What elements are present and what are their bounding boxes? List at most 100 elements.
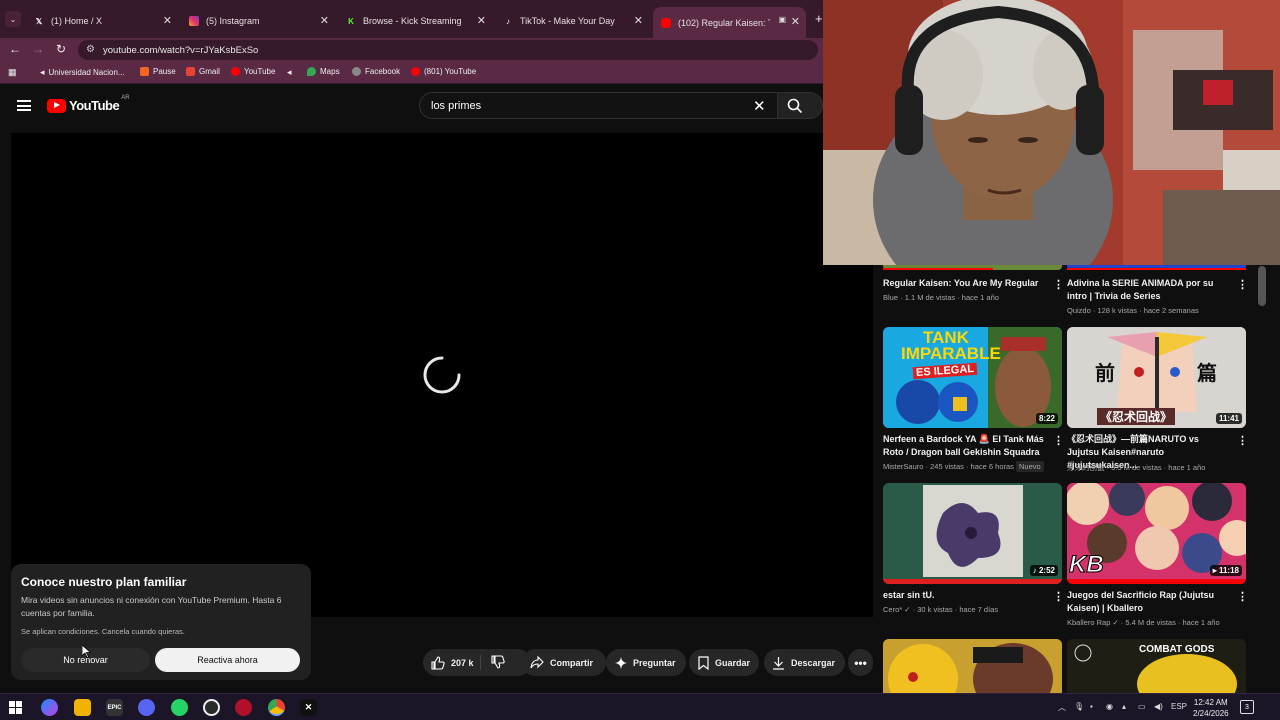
more-options-icon[interactable]: ⋮ xyxy=(1053,590,1064,603)
close-icon[interactable]: ✕ xyxy=(320,14,329,27)
video-thumbnail[interactable]: 前 篇 《忍术回战》 11:41 xyxy=(1067,327,1246,428)
more-actions-button[interactable]: ••• xyxy=(848,649,873,676)
download-button[interactable]: Descargar xyxy=(764,649,845,676)
reload-icon[interactable]: ↻ xyxy=(56,42,66,56)
epic-games-icon[interactable]: EPIC xyxy=(106,699,123,716)
file-explorer-icon[interactable] xyxy=(74,699,91,716)
url-bar[interactable]: ⚙ youtube.com/watch?v=rJYaKsbExSo xyxy=(78,40,818,60)
more-options-icon[interactable]: ⋮ xyxy=(1237,434,1248,447)
clock[interactable]: 12:42 AM 2/24/2026 xyxy=(1193,697,1229,719)
like-button[interactable]: 207 k xyxy=(431,655,474,670)
close-icon[interactable]: ✕ xyxy=(477,14,486,27)
tab-instagram[interactable]: (5) Instagram ✕ xyxy=(181,8,335,34)
video-thumbnail[interactable]: KB ▸ 11:18 xyxy=(1067,483,1246,584)
bookmark-facebook[interactable]: Facebook xyxy=(352,67,400,76)
more-options-icon[interactable]: ⋮ xyxy=(1053,278,1064,291)
bookmark-youtube-801[interactable]: (801) YouTube xyxy=(411,67,476,76)
capcut-icon[interactable]: ✕ xyxy=(300,699,317,716)
thumbnail-left-char: 前 xyxy=(1095,363,1115,385)
video-title[interactable]: Adivina la SERIE ANIMADA por su intro | … xyxy=(1067,277,1232,303)
gmail-icon xyxy=(186,67,195,76)
tab-youtube[interactable]: (102) Regular Kaisen: The P ▣ ✕ xyxy=(653,7,806,38)
popup-title: Conoce nuestro plan familiar xyxy=(21,575,187,589)
video-meta: Kballero Rap ✓ · 5.4 M de vistas · hace … xyxy=(1067,618,1220,627)
video-title[interactable]: estar sin tU. xyxy=(883,589,1048,602)
show-hidden-icons[interactable]: ︿ xyxy=(1058,702,1066,713)
mute-tab-icon[interactable]: ▣ xyxy=(778,15,786,24)
hamburger-menu-icon[interactable] xyxy=(17,100,31,111)
search-button[interactable] xyxy=(777,92,823,119)
whatsapp-icon[interactable] xyxy=(171,699,188,716)
video-title[interactable]: Juegos del Sacrificio Rap (Jujutsu Kaise… xyxy=(1067,589,1232,615)
tab-tiktok[interactable]: ♪ TikTok - Make Your Day ✕ xyxy=(495,8,649,34)
bookmark-label: Universidad Nacion... xyxy=(48,68,125,77)
obs-icon[interactable] xyxy=(203,699,220,716)
more-options-icon[interactable]: ⋮ xyxy=(1237,278,1248,291)
channel-name[interactable]: Quizdo xyxy=(1067,306,1091,315)
bookmark-pause[interactable]: Pause xyxy=(140,67,176,76)
steam-icon[interactable]: ◉ xyxy=(1106,702,1113,711)
thumbnail-image xyxy=(883,639,1062,693)
notification-center-button[interactable]: 3 xyxy=(1240,700,1254,714)
close-icon[interactable]: ✕ xyxy=(634,14,643,27)
bookmark-kick[interactable]: ◂ xyxy=(287,67,292,78)
video-title[interactable]: Nerfeen a Bardock YA 🚨 El Tank Más Roto … xyxy=(883,433,1048,459)
youtube-play-icon xyxy=(47,98,66,113)
popup-terms: Se aplican condiciones. Cancela cuando q… xyxy=(21,627,185,636)
bookmark-label: Facebook xyxy=(365,67,401,76)
opera-icon[interactable] xyxy=(235,699,252,716)
input-language[interactable]: ESP xyxy=(1171,702,1187,711)
bookmark-universidad[interactable]: ◂ Universidad Nacion... xyxy=(40,67,125,78)
channel-name[interactable]: MisterSauro xyxy=(883,462,923,471)
save-button[interactable]: Guardar xyxy=(689,649,759,676)
more-options-icon[interactable]: ⋮ xyxy=(1053,434,1064,447)
channel-name[interactable]: Kballero Rap xyxy=(1067,618,1110,627)
microphone-icon[interactable]: 🎙 xyxy=(1074,702,1084,711)
video-title[interactable]: Regular Kaisen: You Are My Regular xyxy=(883,277,1048,290)
channel-name[interactable]: Blue xyxy=(883,293,898,302)
video-thumbnail[interactable] xyxy=(883,639,1062,693)
video-thumbnail[interactable]: COMBAT GODS xyxy=(1067,639,1246,693)
video-duration: ♪ 2:52 xyxy=(1029,565,1058,576)
sidebar-scrollbar[interactable] xyxy=(1258,266,1266,306)
site-settings-icon[interactable]: ⚙ xyxy=(86,44,95,55)
dislike-button[interactable] xyxy=(491,655,511,671)
display-icon[interactable]: ▭ xyxy=(1138,702,1146,711)
video-thumbnail[interactable]: ♪ 2:52 xyxy=(883,483,1062,584)
close-icon[interactable]: ✕ xyxy=(791,15,800,28)
chrome-icon[interactable] xyxy=(268,699,285,716)
video-thumbnail[interactable]: TANK IMPARABLE ES ILEGAL 8:22 xyxy=(883,327,1062,428)
forward-icon[interactable]: → xyxy=(32,42,44,56)
volume-icon[interactable]: ◀) xyxy=(1154,702,1163,711)
new-tab-button[interactable]: + xyxy=(815,11,823,26)
youtube-icon xyxy=(411,67,420,76)
share-button[interactable]: Compartir xyxy=(522,649,606,676)
tab-kick[interactable]: K Browse - Kick Streaming ✕ xyxy=(338,8,492,34)
download-icon xyxy=(773,656,784,670)
bookmark-youtube[interactable]: YouTube xyxy=(231,67,275,76)
close-icon[interactable]: ✕ xyxy=(163,14,172,27)
youtube-logo[interactable]: YouTube AR xyxy=(47,95,130,113)
apps-grid-icon[interactable]: ▦ xyxy=(8,67,17,78)
channel-name[interactable]: 牙牙的刨鼠 xyxy=(1067,463,1105,472)
copilot-icon[interactable] xyxy=(41,699,58,716)
windows-start-icon[interactable] xyxy=(9,701,22,714)
bookmark-gmail[interactable]: Gmail xyxy=(186,67,220,76)
discord-icon[interactable] xyxy=(138,699,155,716)
clear-search-icon[interactable]: ✕ xyxy=(753,97,766,115)
back-icon[interactable]: ← xyxy=(9,42,21,56)
search-icon xyxy=(787,98,803,114)
thumbnail-headline: 《忍术回战》 xyxy=(1097,408,1176,425)
video-meta: Quizdo · 128 k vistas · hace 2 semanas xyxy=(1067,306,1199,315)
channel-name[interactable]: Cero* xyxy=(883,605,902,614)
tab-search-button[interactable]: ⌄ xyxy=(5,11,21,27)
search-input[interactable]: los primes xyxy=(419,92,777,119)
tab-x[interactable]: 𝕏 (1) Home / X ✕ xyxy=(26,8,178,34)
more-options-icon[interactable]: ⋮ xyxy=(1237,590,1248,603)
network-icon[interactable]: ▴ xyxy=(1122,702,1126,711)
ask-button[interactable]: Preguntar xyxy=(606,649,686,676)
new-badge: Nuevo xyxy=(1016,461,1044,472)
tray-app-icon[interactable]: ▪ xyxy=(1090,702,1093,711)
bookmark-maps[interactable]: Maps xyxy=(307,67,340,76)
reactivate-button[interactable]: Reactiva ahora xyxy=(155,648,300,672)
